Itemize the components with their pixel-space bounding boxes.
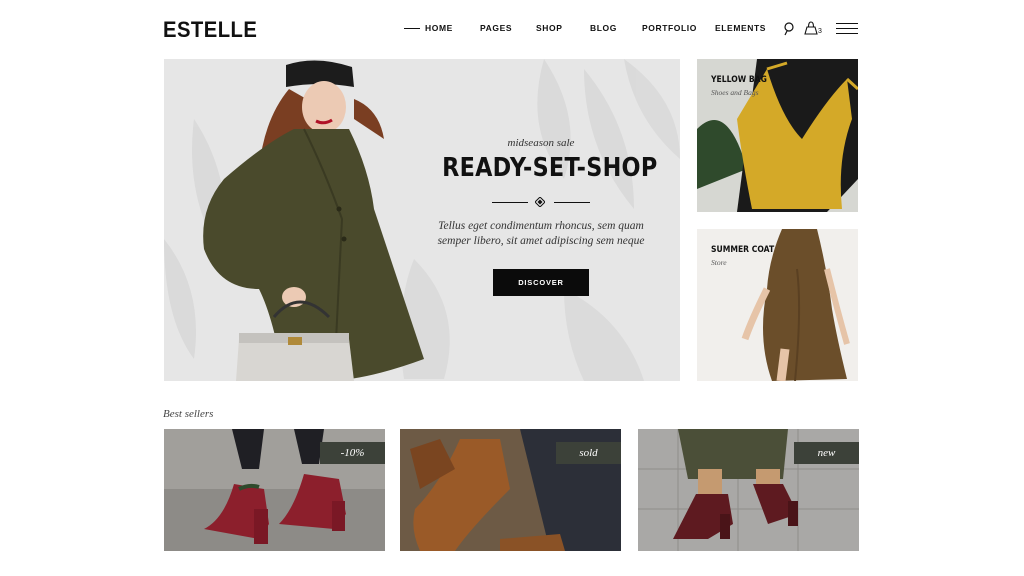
diamond-ornament-icon xyxy=(535,197,545,207)
hero-banner: midseason sale READY-SET-SHOP Tellus ege… xyxy=(164,59,680,381)
nav-item-blog[interactable]: BLOG xyxy=(590,23,617,33)
hero-content: midseason sale READY-SET-SHOP Tellus ege… xyxy=(426,137,658,249)
nav-item-pages[interactable]: PAGES xyxy=(480,23,512,33)
nav-item-home[interactable]: HOME xyxy=(425,23,453,33)
best-sellers-heading: Best sellers xyxy=(163,408,214,420)
site-logo[interactable]: ESTELLE xyxy=(163,17,257,43)
product-badge: new xyxy=(794,442,859,464)
hamburger-menu-icon[interactable] xyxy=(836,23,858,35)
hero-divider xyxy=(426,195,656,209)
card-title: SUMMER COAT xyxy=(711,245,775,255)
product-card[interactable]: new xyxy=(638,429,859,551)
hero-kicker: midseason sale xyxy=(507,137,575,149)
promo-card-yellow-bag[interactable]: YELLOW BAG Shoes and Bags xyxy=(697,59,858,212)
active-nav-indicator xyxy=(404,28,420,29)
card-subtitle: Store xyxy=(711,258,727,267)
card-subtitle: Shoes and Bags xyxy=(711,88,759,97)
promo-card-summer-coat[interactable]: SUMMER COAT Store xyxy=(697,229,858,381)
nav-item-shop[interactable]: SHOP xyxy=(536,23,563,33)
nav-item-portfolio[interactable]: PORTFOLIO xyxy=(642,23,697,33)
product-card[interactable]: -10% xyxy=(164,429,385,551)
product-card[interactable]: sold xyxy=(400,429,621,551)
hero-title: READY-SET-SHOP xyxy=(442,153,658,183)
card-title: YELLOW BAG xyxy=(711,75,767,85)
nav-item-elements[interactable]: ELEMENTS xyxy=(715,23,766,33)
shopping-bag-icon[interactable] xyxy=(804,20,818,36)
discover-button[interactable]: DISCOVER xyxy=(493,269,589,296)
product-badge: -10% xyxy=(320,442,385,464)
product-badge: sold xyxy=(556,442,621,464)
cart-count: 3 xyxy=(818,28,822,35)
hero-description: Tellus eget condimentum rhoncus, sem qua… xyxy=(437,220,645,247)
search-icon[interactable] xyxy=(782,21,796,37)
